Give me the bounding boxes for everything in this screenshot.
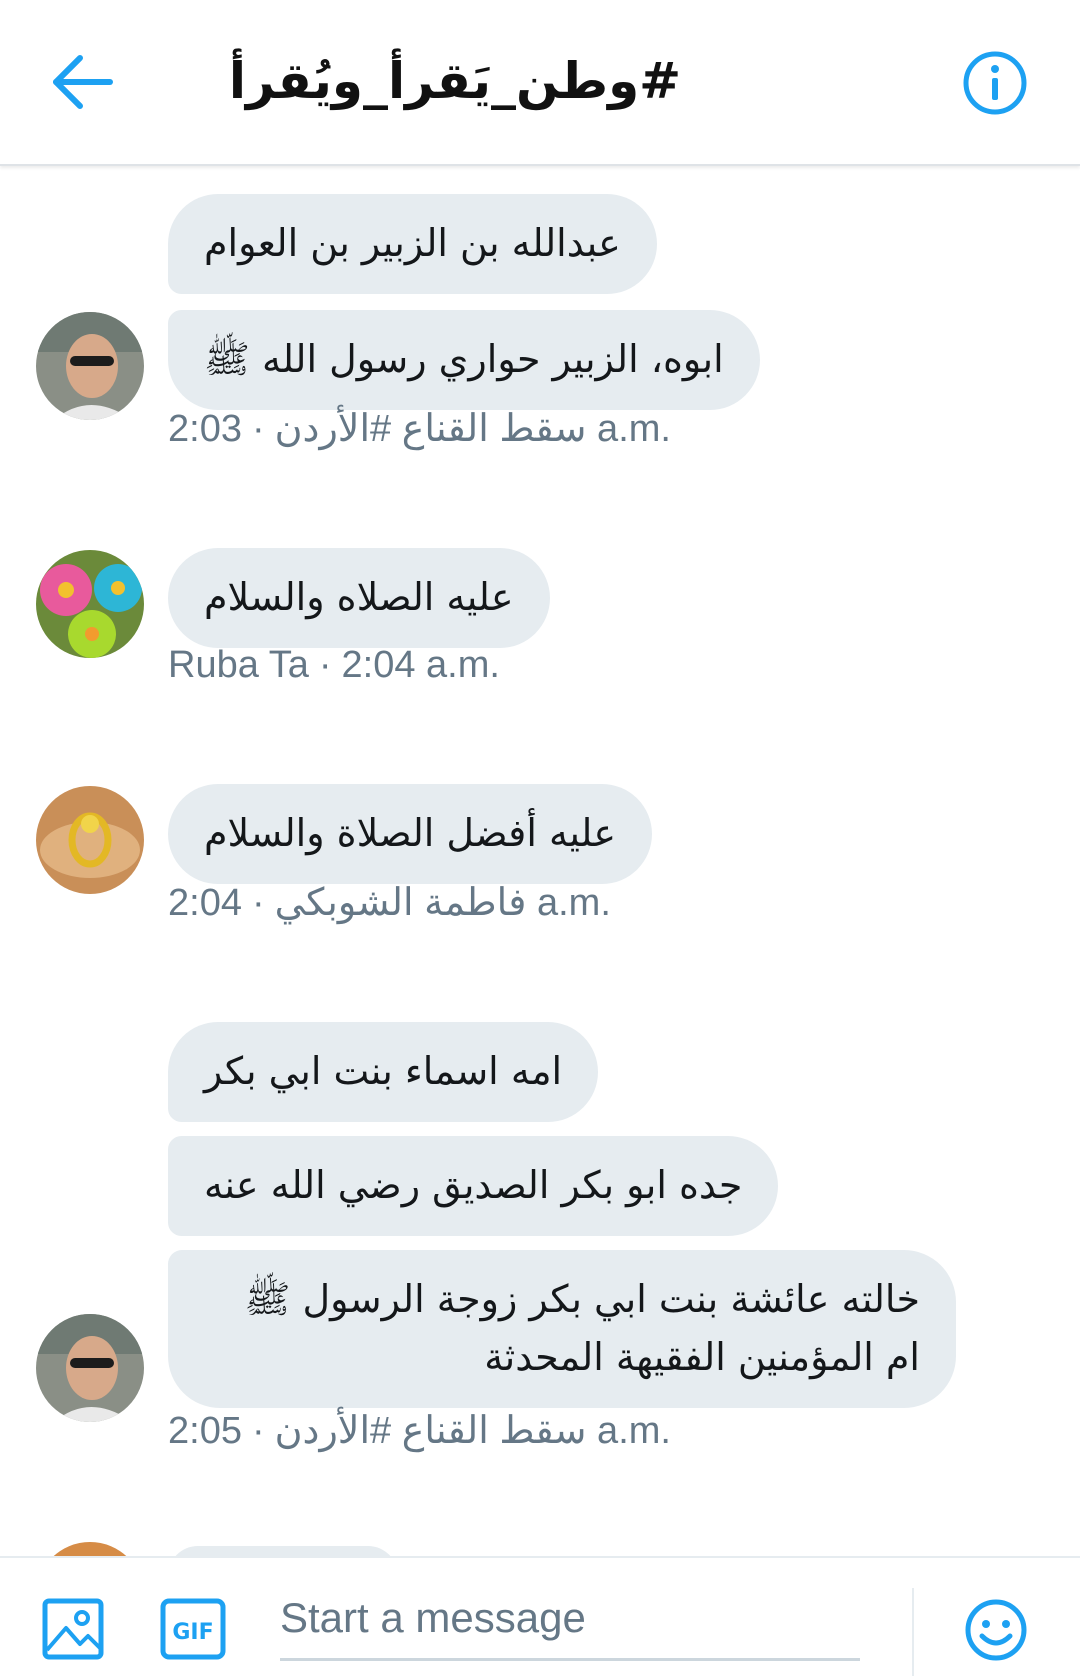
message-list[interactable]: عبدالله بن الزبير بن العوام ابوه، الزبير… [0,166,1080,1556]
user-avatar-man-icon [36,1314,144,1422]
gif-icon: GIF [160,1598,226,1660]
composer-divider [912,1588,914,1676]
message-meta: سقط القناع #الأردن·2:05 a.m. [168,1410,671,1452]
conversation-header: #وطن_يَقرأ_ويُقرأ [0,0,1080,166]
timestamp: 2:04 a.m. [341,644,500,686]
arrow-left-icon[interactable] [52,52,116,112]
user-avatar-ring-icon [36,786,144,894]
message-input[interactable] [280,1578,860,1661]
message-meta: فاطمة الشوبكي·2:04 a.m. [168,882,611,924]
user-avatar-flowers-icon [36,550,144,658]
avatar[interactable] [36,786,144,894]
message-composer: GIF [0,1556,1080,1676]
avatar[interactable] [36,1542,144,1556]
message-bubble[interactable]: خالته عائشة بنت ابي بكر زوجة الرسول ﷺ ام… [168,1250,956,1408]
message-bubble[interactable]: عليه أفضل الصلاة والسلام [168,784,653,884]
message-bubble[interactable]: امه اسماء بنت ابي بكر [168,1022,599,1122]
message-bubble[interactable]: عبدالله بن الزبير بن العوام [168,194,657,294]
message-bubble[interactable]: عليه الصلاه والسلام [168,548,550,648]
message-bubble[interactable]: ابوه، الزبير حواري رسول الله ﷺ [168,310,760,410]
smiley-icon[interactable] [964,1598,1028,1662]
message-meta: سقط القناع #الأردن·2:03 a.m. [168,408,671,450]
message-bubble[interactable] [168,1546,398,1556]
avatar[interactable] [36,550,144,658]
conversation-title: #وطن_يَقرأ_ويُقرأ [228,52,682,110]
user-avatar-man-icon [36,312,144,420]
sender-name: سقط القناع #الأردن [274,1410,587,1452]
message-bubble[interactable]: جده ابو بكر الصديق رضي الله عنه [168,1136,779,1236]
sender-name: فاطمة الشوبكي [274,882,527,924]
message-meta: Ruba Ta · 2:04 a.m. [168,644,500,686]
svg-text:GIF: GIF [172,1620,213,1645]
sender-name: Ruba Ta [168,644,309,686]
avatar[interactable] [36,1314,144,1422]
gif-button[interactable]: GIF [160,1598,226,1660]
sender-name: سقط القناع #الأردن [274,408,587,450]
avatar[interactable] [36,312,144,420]
image-icon[interactable] [42,1598,104,1660]
info-circle-icon[interactable] [962,50,1028,116]
